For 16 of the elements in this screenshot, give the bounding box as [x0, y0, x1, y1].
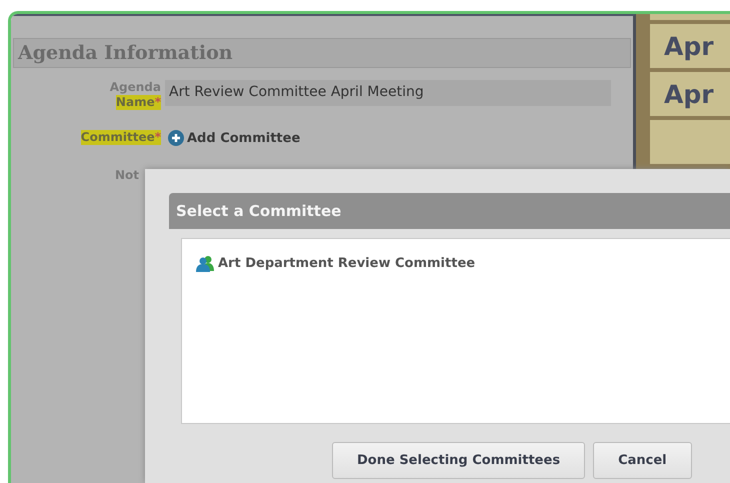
people-icon — [196, 255, 214, 272]
section-title: Agenda Information — [13, 38, 631, 68]
cancel-button[interactable]: Cancel — [593, 442, 692, 479]
field-label: Committee* — [80, 130, 161, 145]
plus-icon — [168, 130, 184, 146]
field-label: Name* — [116, 95, 161, 110]
field-label: Not — [114, 168, 139, 183]
done-button[interactable]: Done Selecting Committees — [332, 442, 586, 479]
agenda-card[interactable] — [650, 120, 730, 164]
field-label: Agenda — [110, 80, 161, 95]
agenda-card[interactable]: Apr — [650, 72, 730, 116]
agenda-card[interactable]: Apr — [650, 24, 730, 68]
agenda-name-field[interactable]: Art Review Committee April Meeting — [165, 80, 611, 106]
add-committee-button[interactable]: Add Committee — [165, 130, 300, 146]
dialog-title: Select a Committee — [169, 193, 730, 229]
committee-item[interactable]: Art Department Review Committee — [196, 255, 730, 272]
